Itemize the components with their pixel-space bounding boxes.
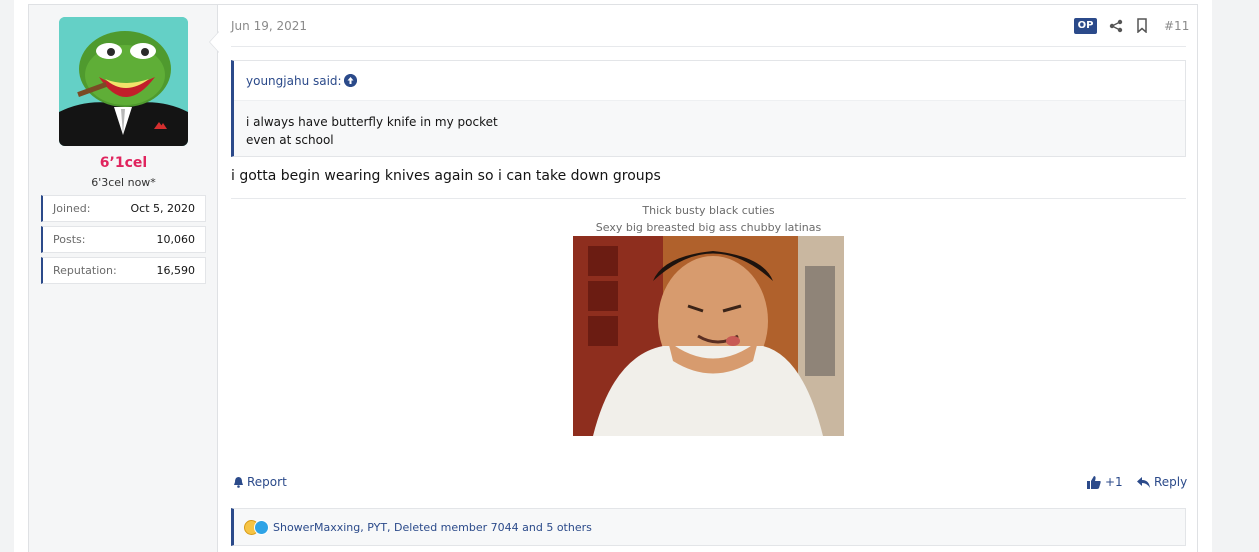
stat-value: 10,060 (156, 233, 196, 246)
reply-label: Reply (1154, 475, 1188, 489)
user-sidebar: 6’1cel 6'3cel now* Joined: Oct 5, 2020 P… (29, 5, 218, 552)
reply-icon (1137, 476, 1150, 488)
stat-posts: Posts: 10,060 (41, 226, 206, 253)
avatar[interactable] (59, 17, 188, 146)
quote-line: even at school (246, 133, 334, 147)
reactions-bar[interactable]: ShowerMaxxing, PYT, Deleted member 7044 … (231, 508, 1186, 546)
signature-line: Sexy big breasted big ass chubby latinas (595, 221, 822, 234)
stat-label: Posts: (53, 233, 86, 246)
signature-divider (231, 198, 1186, 199)
stat-value: 16,590 (156, 264, 196, 277)
post-date[interactable]: Jun 19, 2021 (231, 19, 307, 33)
report-label: Report (247, 475, 287, 489)
thumbs-up-icon (1087, 475, 1101, 489)
signature-line: Thick busty black cuties (642, 204, 775, 217)
quote-header: youngjahu said: (234, 61, 1185, 101)
post-number[interactable]: #11 (1164, 19, 1189, 33)
header-divider (231, 46, 1186, 47)
arrow-up-circle-icon[interactable] (344, 74, 357, 87)
reaction-icons (244, 519, 269, 535)
quote-body: i always have butterfly knife in my pock… (246, 113, 498, 149)
post-main: Jun 19, 2021 OP #11 youngjahu said: i al… (219, 5, 1197, 552)
stat-reputation: Reputation: 16,590 (41, 257, 206, 284)
stat-label: Reputation: (53, 264, 117, 277)
stat-joined: Joined: Oct 5, 2020 (41, 195, 206, 222)
username[interactable]: 6’1cel (29, 155, 218, 171)
bell-icon (234, 477, 243, 488)
avatar-image (59, 17, 188, 146)
forum-post: 6’1cel 6'3cel now* Joined: Oct 5, 2020 P… (28, 4, 1198, 552)
message-text: i gotta begin wearing knives again so i … (231, 168, 661, 184)
report-button[interactable]: Report (233, 475, 287, 489)
share-icon[interactable] (1109, 19, 1123, 33)
quote-block: youngjahu said: i always have butterfly … (231, 60, 1186, 157)
reactions-text[interactable]: ShowerMaxxing, PYT, Deleted member 7044 … (273, 521, 592, 534)
reply-button[interactable]: Reply (1137, 475, 1187, 489)
op-badge: OP (1074, 18, 1097, 34)
bookmark-icon[interactable] (1136, 18, 1148, 33)
quote-author[interactable]: youngjahu said: (246, 74, 342, 88)
reaction-icon (254, 519, 269, 535)
like-button[interactable]: +1 (1087, 475, 1123, 489)
stat-value: Oct 5, 2020 (130, 202, 195, 215)
quote-line: i always have butterfly knife in my pock… (246, 115, 498, 129)
stat-label: Joined: (53, 202, 91, 215)
post-arrow-inner (210, 32, 219, 52)
user-title: 6'3cel now* (91, 176, 156, 189)
like-count: +1 (1105, 475, 1123, 489)
signature-image (573, 236, 844, 436)
